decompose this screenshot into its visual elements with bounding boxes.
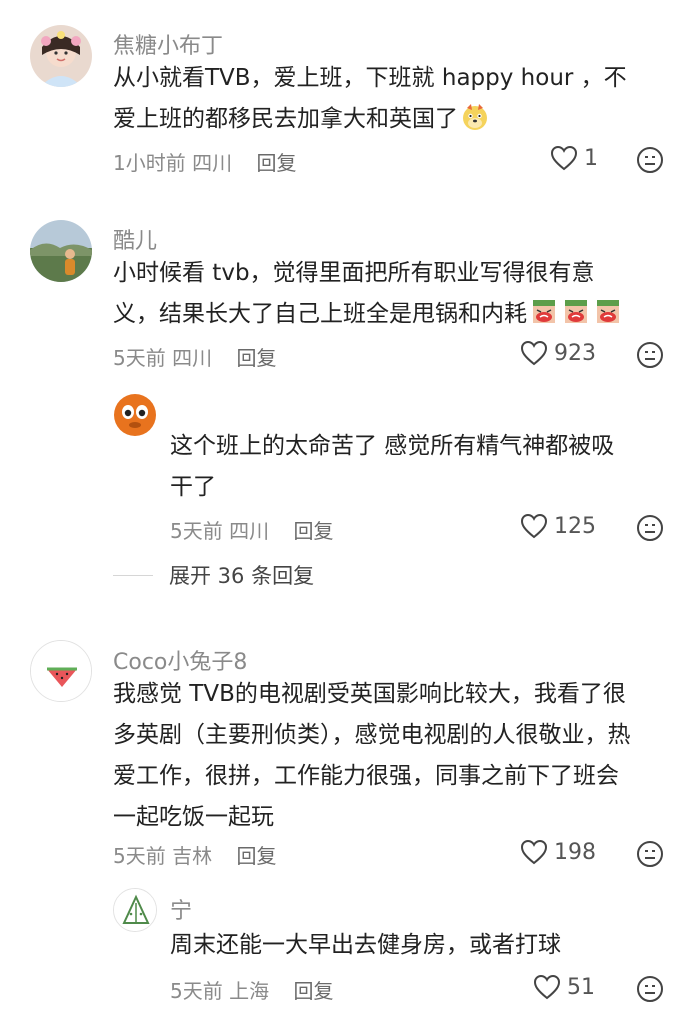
comment-line-text: 爱上班的都移民去加拿大和英国了 <box>113 106 458 132</box>
comment-meta: 5天前 吉林 回复 <box>113 840 276 869</box>
comment-line: 干了 <box>170 474 216 500</box>
like-count: 1 <box>584 145 598 171</box>
avatar[interactable] <box>30 25 92 87</box>
comment-line: 我感觉 TVB的电视剧受英国影响比较大，我看了很 <box>113 681 626 707</box>
like-button[interactable]: 51 <box>533 974 595 1000</box>
emoji-reaction-icon[interactable] <box>636 146 664 174</box>
like-count: 51 <box>567 974 595 1000</box>
reply-button[interactable]: 回复 <box>236 346 276 370</box>
like-button[interactable]: 923 <box>520 340 596 366</box>
comment-time: 5天前 <box>170 519 223 543</box>
username[interactable]: 酷儿 <box>113 223 157 255</box>
emoji-reaction-icon[interactable] <box>636 975 664 1003</box>
emoji-reaction-icon[interactable] <box>636 840 664 868</box>
comment-text: 从小就看TVB，爱上班，下班就 happy hour ，不 爱上班的都移民去加拿… <box>113 58 673 140</box>
heart-icon <box>550 145 578 171</box>
comment-text: 我感觉 TVB的电视剧受英国影响比较大，我看了很 多英剧（主要刑侦类），感觉电视… <box>113 674 678 838</box>
comment-text: 小时候看 tvb，觉得里面把所有职业写得很有意 义，结果长大了自己上班全是甩锅和… <box>113 253 673 335</box>
comment-text: 这个班上的太命苦了 感觉所有精气神都被吸 干了 <box>170 426 660 508</box>
emoji-reaction-icon[interactable] <box>636 341 664 369</box>
comment-line: 多英剧（主要刑侦类），感觉电视剧的人很敬业，热 <box>113 722 631 748</box>
comment-line: 爱上班的都移民去加拿大和英国了 <box>113 99 673 140</box>
avatar[interactable] <box>113 393 157 437</box>
comment-location: 上海 <box>229 979 270 1003</box>
comment-time: 5天前 <box>113 844 166 868</box>
heart-icon <box>520 513 548 539</box>
username[interactable]: 宁 <box>170 893 192 925</box>
comment-meta: 5天前 四川 回复 <box>113 342 276 371</box>
reply-button[interactable]: 回复 <box>293 979 333 1003</box>
crying-face-emoji <box>533 300 555 323</box>
comment-location: 四川 <box>192 151 233 175</box>
like-button[interactable]: 198 <box>520 839 596 865</box>
heart-icon <box>533 974 561 1000</box>
reply-button[interactable]: 回复 <box>236 844 276 868</box>
comment-text: 周末还能一大早出去健身房，或者打球 <box>170 925 670 966</box>
crying-face-emoji <box>597 300 619 323</box>
comment-location: 四川 <box>172 346 213 370</box>
comment-line: 从小就看TVB，爱上班，下班就 happy hour ，不 <box>113 65 627 91</box>
like-count: 923 <box>554 340 596 366</box>
expand-replies-button[interactable]: 展开 36 条回复 <box>113 560 314 590</box>
comment-time: 5天前 <box>170 979 223 1003</box>
like-button[interactable]: 1 <box>550 145 598 171</box>
like-count: 125 <box>554 513 596 539</box>
avatar[interactable] <box>30 220 92 282</box>
expand-replies-label: 展开 36 条回复 <box>169 564 315 588</box>
like-button[interactable]: 125 <box>520 513 596 539</box>
comment-meta: 5天前 四川 回复 <box>170 515 333 544</box>
comment-location: 吉林 <box>172 844 213 868</box>
username[interactable]: 焦糖小布丁 <box>113 28 223 60</box>
avatar[interactable] <box>30 640 92 702</box>
crying-face-emoji <box>565 300 587 323</box>
comment-time: 5天前 <box>113 346 166 370</box>
comment-line: 一起吃饭一起玩 <box>113 804 274 830</box>
avatar[interactable] <box>113 888 157 932</box>
like-count: 198 <box>554 839 596 865</box>
comment-line: 爱工作，很拼，工作能力很强，同事之前下了班会 <box>113 763 619 789</box>
reply-button[interactable]: 回复 <box>293 519 333 543</box>
reply-button[interactable]: 回复 <box>256 151 296 175</box>
heart-icon <box>520 839 548 865</box>
comment-meta: 1小时前 四川 回复 <box>113 147 296 176</box>
comment-line-text: 义，结果长大了自己上班全是甩锅和内耗 <box>113 301 527 327</box>
dog-face-emoji <box>463 104 487 130</box>
comment-meta: 5天前 上海 回复 <box>170 975 333 1004</box>
username[interactable]: Coco小兔子8 <box>113 644 247 676</box>
emoji-reaction-icon[interactable] <box>636 514 664 542</box>
comment-location: 四川 <box>229 519 270 543</box>
comment-time: 1小时前 <box>113 151 186 175</box>
comment-line: 义，结果长大了自己上班全是甩锅和内耗 <box>113 294 673 335</box>
heart-icon <box>520 340 548 366</box>
divider <box>113 574 153 576</box>
comment-line: 这个班上的太命苦了 感觉所有精气神都被吸 <box>170 433 615 459</box>
comment-line: 周末还能一大早出去健身房，或者打球 <box>170 932 561 958</box>
comment-line: 小时候看 tvb，觉得里面把所有职业写得很有意 <box>113 260 595 286</box>
